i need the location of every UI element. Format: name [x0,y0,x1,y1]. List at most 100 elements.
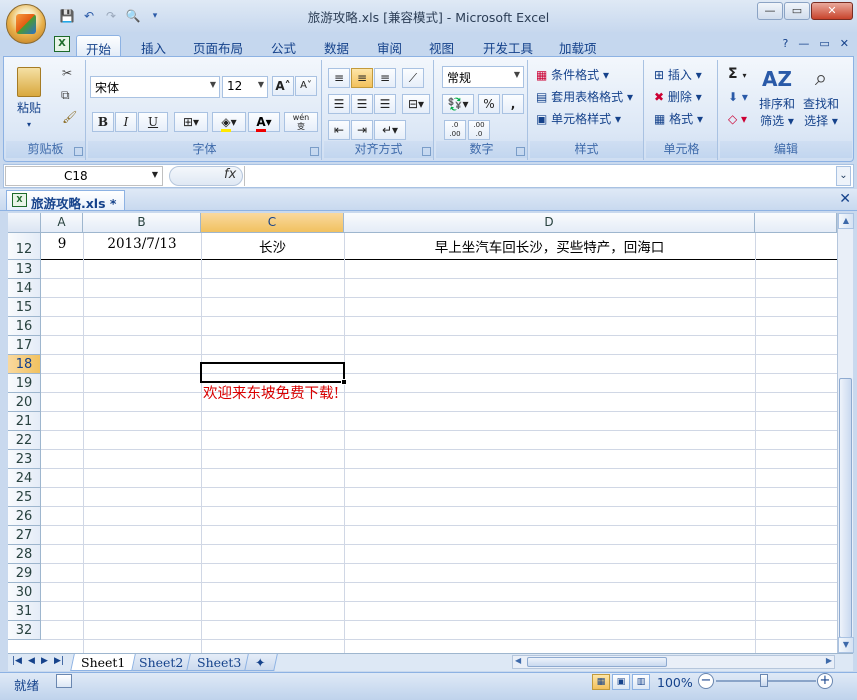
fill-handle[interactable] [341,379,347,385]
cell-b12[interactable]: 2013/7/13 [83,236,201,252]
row-header[interactable]: 30 [8,583,41,602]
decrease-indent-icon[interactable]: ⇤ [328,120,350,140]
percent-button[interactable]: % [478,94,500,114]
fill-icon[interactable]: ⬇ ▾ [728,90,748,104]
font-launcher-icon[interactable] [310,147,319,156]
decrease-decimal-button[interactable]: .00 .0 [468,120,490,140]
minimize-button[interactable]: — [757,2,783,20]
font-name-box[interactable]: 宋体 ▼ [90,76,220,98]
format-painter-icon[interactable]: 🖌 [62,110,77,124]
row-header[interactable]: 14 [8,279,41,298]
find-select-button[interactable]: ⌕ 查找和 选择 ▾ [800,62,842,138]
phonetic-button[interactable]: wén 变 [284,112,318,132]
close-workbook-icon[interactable]: ✕ [839,191,851,207]
currency-icon[interactable]: 💱▾ [442,94,474,114]
orientation-icon[interactable]: ⟋ [402,68,424,88]
row-header[interactable]: 22 [8,431,41,450]
formula-input[interactable] [244,166,834,186]
row-header[interactable]: 15 [8,298,41,317]
expand-formula-bar-icon[interactable]: ⌄ [836,166,851,186]
scroll-right-icon[interactable]: ▶ [826,656,832,665]
cut-icon[interactable]: ✂ [62,66,72,80]
row-header[interactable]: 26 [8,507,41,526]
normal-view-icon[interactable]: ▦ [592,674,610,690]
cell-d12[interactable]: 早上坐汽车回长沙，买些特产，回海口 [344,236,755,256]
cell-styles-button[interactable]: ▣ 单元格样式 ▾ [536,110,621,127]
conditional-format-button[interactable]: ▦ 条件格式 ▾ [536,66,609,83]
vertical-scroll-thumb[interactable] [839,378,852,638]
sort-filter-button[interactable]: AZ 排序和 筛选 ▾ [756,62,798,138]
align-top-icon[interactable]: ≡ [328,68,350,88]
scroll-up-icon[interactable]: ▲ [838,213,854,229]
italic-button[interactable]: I [115,112,137,132]
format-cells-button[interactable]: ▦ 格式 ▾ [654,110,703,127]
tab-view[interactable]: 视图 [420,35,463,56]
help-icon[interactable]: ? [783,37,789,50]
borders-button[interactable]: ⊞▾ [174,112,208,132]
tab-page-layout[interactable]: 页面布局 [184,35,252,56]
vertical-scrollbar[interactable]: ▲ ▼ [837,213,854,653]
zoom-in-button[interactable]: + [817,673,833,689]
first-sheet-icon[interactable]: |◀ [12,656,22,666]
autosum-button[interactable]: Σ ▾ [728,66,746,82]
restore-button[interactable]: ▭ [784,2,810,20]
comma-button[interactable]: , [502,94,524,114]
tab-data[interactable]: 数据 [315,35,358,56]
column-header-c[interactable]: C [201,213,344,233]
sheet-tab-3[interactable]: Sheet3 [186,654,253,671]
last-sheet-icon[interactable]: ▶| [54,656,64,666]
column-header-a[interactable]: A [41,213,83,233]
sheet-tab-2[interactable]: Sheet2 [128,654,195,671]
align-left-icon[interactable]: ☰ [328,94,350,114]
page-break-view-icon[interactable]: ▥ [632,674,650,690]
column-header-e[interactable] [755,213,837,233]
underline-button[interactable]: U [138,112,168,132]
row-header[interactable]: 31 [8,602,41,621]
row-header[interactable]: 29 [8,564,41,583]
row-header[interactable]: 27 [8,526,41,545]
row-header[interactable]: 20 [8,393,41,412]
cell-a12[interactable]: 9 [41,236,83,252]
delete-cells-button[interactable]: ✖ 删除 ▾ [654,88,702,105]
tab-addins[interactable]: 加载项 [550,35,606,56]
name-box[interactable]: C18 ▼ [5,166,163,186]
insert-sheet-icon[interactable]: ✦ [244,654,278,671]
sheet-tab-1[interactable]: Sheet1 [70,654,137,671]
shrink-font-button[interactable]: A˅ [295,76,317,96]
zoom-level[interactable]: 100% [657,675,693,690]
wrap-text-icon[interactable]: ↵▾ [374,120,406,140]
row-header[interactable]: 23 [8,450,41,469]
office-button[interactable] [6,4,46,44]
alignment-launcher-icon[interactable] [422,147,431,156]
tab-home[interactable]: 开始 [76,35,122,57]
spreadsheet-grid[interactable]: A B C D 12 9 2013/7/13 长沙 早上坐汽车回长沙，买些特产，回海口 1… [8,213,837,653]
clear-icon[interactable]: ◇ ▾ [728,112,747,126]
prev-sheet-icon[interactable]: ◀ [28,656,35,666]
row-header[interactable]: 28 [8,545,41,564]
copy-icon[interactable]: ⧉ [61,88,70,103]
align-middle-icon[interactable]: ≡ [351,68,373,88]
row-header[interactable]: 19 [8,374,41,393]
close-button[interactable]: ✕ [811,2,853,20]
number-format-box[interactable]: 常规 ▼ [442,66,524,88]
horizontal-scroll-thumb[interactable] [527,657,667,667]
bold-button[interactable]: B [92,112,114,132]
merge-center-icon[interactable]: ⊟▾ [402,94,430,114]
tab-formulas[interactable]: 公式 [262,35,305,56]
select-all-corner[interactable] [8,213,41,233]
align-bottom-icon[interactable]: ≡ [374,68,396,88]
insert-cells-button[interactable]: ⊞ 插入 ▾ [654,66,702,83]
row-header[interactable]: 25 [8,488,41,507]
row-header[interactable]: 32 [8,621,41,640]
row-header[interactable]: 16 [8,317,41,336]
cell-c12[interactable]: 长沙 [201,236,344,256]
macro-record-icon[interactable] [56,674,72,688]
align-center-icon[interactable]: ☰ [351,94,373,114]
insert-function-icon[interactable]: fx [224,167,236,182]
clipboard-launcher-icon[interactable] [74,147,83,156]
column-header-d[interactable]: D [344,213,755,233]
increase-indent-icon[interactable]: ⇥ [351,120,373,140]
fill-color-button[interactable]: ◈▾ [212,112,246,132]
doc-restore-icon[interactable]: ▭ [819,37,829,50]
increase-decimal-button[interactable]: .0 .00 [444,120,466,140]
